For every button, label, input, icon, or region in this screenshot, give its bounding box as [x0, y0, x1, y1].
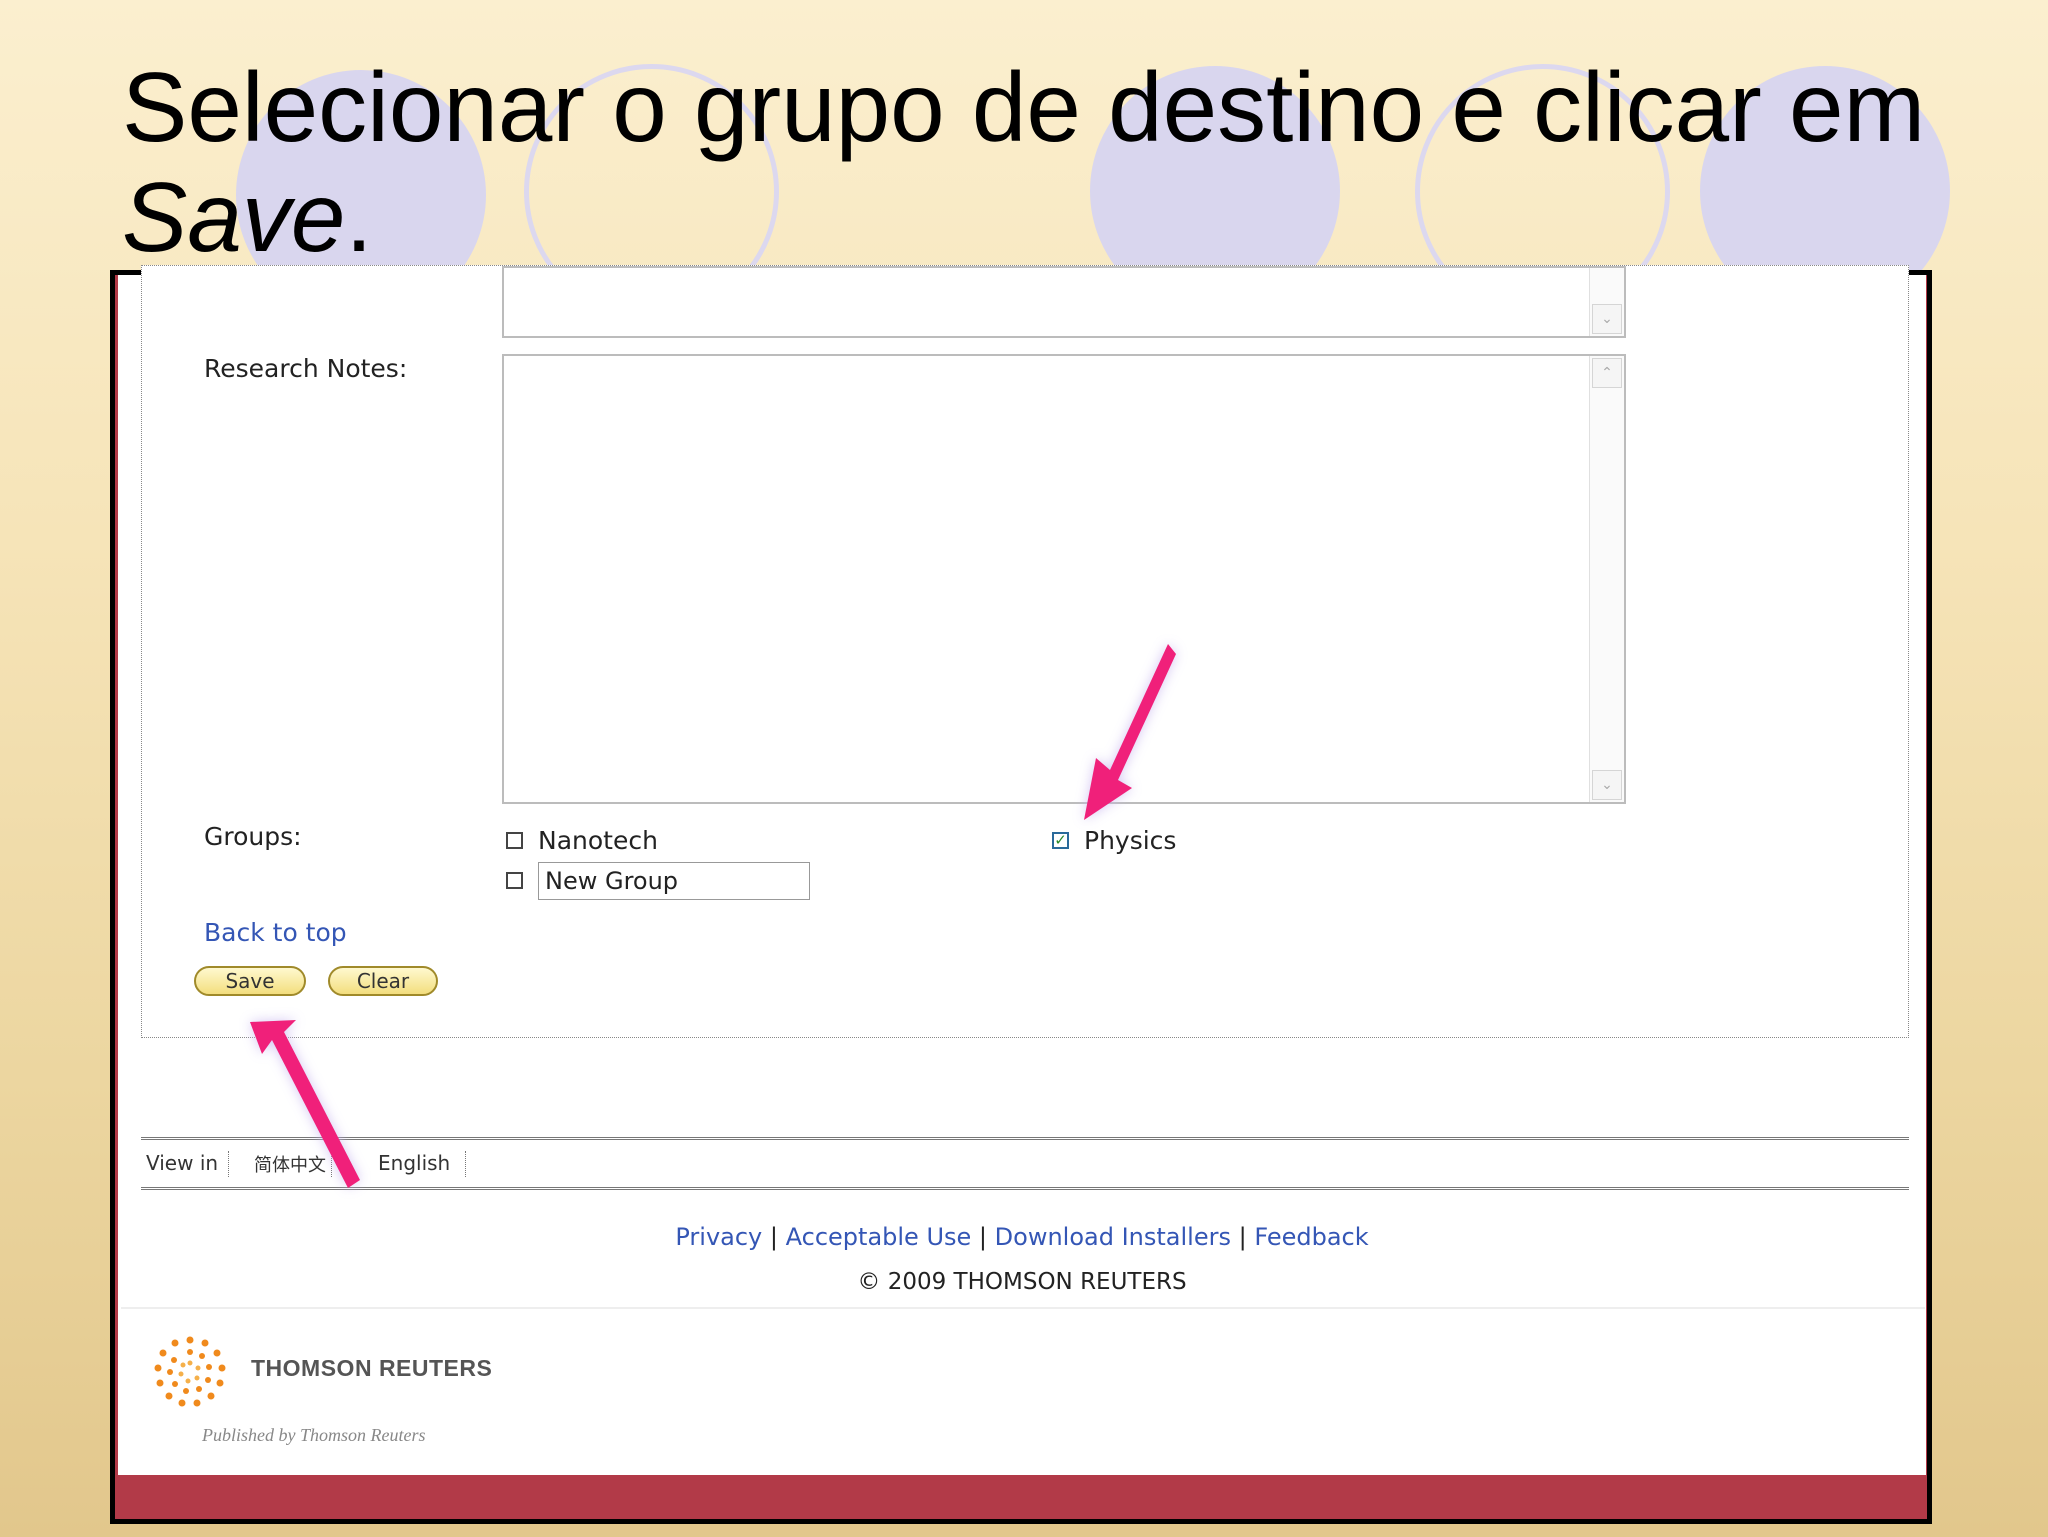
group-label-nanotech: Nanotech	[538, 826, 658, 855]
feedback-link[interactable]: Feedback	[1254, 1223, 1368, 1251]
back-to-top-link[interactable]: Back to top	[204, 918, 347, 947]
clear-button[interactable]: Clear	[328, 966, 438, 996]
privacy-link[interactable]: Privacy	[675, 1223, 762, 1251]
divider	[141, 1137, 1909, 1140]
previous-textarea[interactable]: ⌄	[502, 266, 1626, 338]
divider	[141, 1187, 1909, 1190]
screenshot-frame: ⌄ Research Notes: ⌃ ⌄ Groups: Nanotech ✓…	[110, 265, 1932, 1524]
scroll-up-icon[interactable]: ⌃	[1592, 358, 1622, 388]
download-installers-link[interactable]: Download Installers	[995, 1223, 1231, 1251]
checkbox-new-group[interactable]	[506, 872, 523, 889]
pink-arrow-icon	[1084, 644, 1176, 820]
thomson-reuters-logo-icon	[150, 1332, 230, 1416]
web-page: ⌄ Research Notes: ⌃ ⌄ Groups: Nanotech ✓…	[118, 265, 1926, 1475]
save-button[interactable]: Save	[194, 966, 306, 996]
link-separator: |	[769, 1223, 778, 1251]
research-notes-label: Research Notes:	[204, 354, 408, 383]
logo-text: THOMSON REUTERS	[251, 1355, 493, 1381]
slide-title: Selecionar o grupo de destino e clicar e…	[122, 52, 1926, 272]
separator	[465, 1151, 466, 1177]
link-separator: |	[978, 1223, 988, 1251]
divider	[121, 1307, 1925, 1309]
record-edit-form: ⌄ Research Notes: ⌃ ⌄ Groups: Nanotech ✓…	[141, 265, 1909, 1038]
new-group-input[interactable]	[538, 862, 810, 900]
pink-arrow-icon	[250, 1020, 360, 1188]
link-separator: |	[1238, 1223, 1247, 1251]
checkbox-nanotech[interactable]	[506, 832, 523, 849]
published-by: Published by Thomson Reuters	[202, 1425, 426, 1445]
footer-links: Privacy | Acceptable Use | Download Inst…	[118, 1223, 1926, 1251]
copyright: © 2009 THOMSON REUTERS	[857, 1269, 1187, 1295]
view-in-label: View in	[146, 1151, 219, 1175]
scroll-down-icon[interactable]: ⌄	[1592, 304, 1622, 334]
scrollbar[interactable]: ⌄	[1589, 268, 1624, 336]
groups-label: Groups:	[204, 822, 302, 851]
scroll-down-icon[interactable]: ⌄	[1592, 770, 1622, 800]
acceptable-use-link[interactable]: Acceptable Use	[786, 1223, 972, 1251]
scrollbar[interactable]: ⌃ ⌄	[1589, 356, 1624, 802]
